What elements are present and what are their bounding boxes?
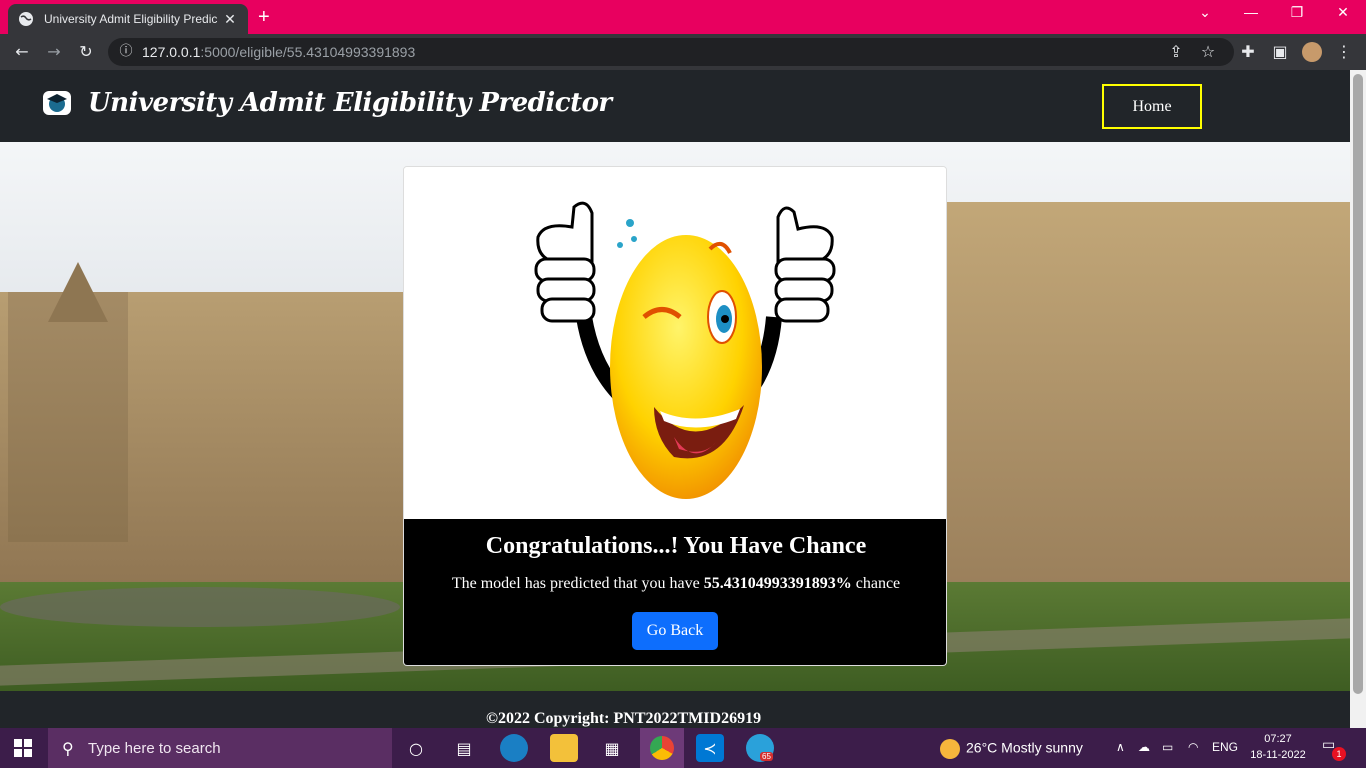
onedrive-icon[interactable]: ☁: [1138, 740, 1150, 754]
building-right: [940, 202, 1350, 592]
browser-tab[interactable]: University Admit Eligibility Predic ✕: [8, 4, 248, 34]
task-view-icon[interactable]: ○: [402, 734, 430, 762]
weather-widget[interactable]: 26°C Mostly sunny: [940, 739, 1083, 759]
battery-icon[interactable]: ▭: [1162, 740, 1173, 754]
star-icon[interactable]: ☆: [1198, 42, 1218, 62]
sidepanel-icon[interactable]: ▣: [1270, 42, 1290, 62]
language-indicator[interactable]: ENG: [1212, 740, 1238, 754]
chrome-taskbar-button[interactable]: [640, 728, 684, 768]
windows-start-icon[interactable]: [14, 739, 32, 757]
chrome-icon: [650, 736, 674, 760]
taskbar-search[interactable]: ⚲ Type here to search: [48, 728, 392, 768]
scrollbar-thumb[interactable]: [1353, 74, 1363, 694]
clock-time: 07:27: [1264, 733, 1292, 745]
forward-arrow-icon[interactable]: →: [44, 42, 64, 62]
footer: ©2022 Copyright: PNT2022TMID26919: [0, 691, 1350, 728]
avatar[interactable]: [1302, 42, 1322, 62]
telegram-badge: 65: [760, 752, 773, 761]
copyright-text: ©2022 Copyright: PNT2022TMID26919: [486, 710, 762, 727]
search-icon: ⚲: [62, 739, 74, 758]
globe-icon: [19, 12, 33, 26]
reload-icon[interactable]: ↻: [76, 42, 96, 62]
taskbar: ⚲ Type here to search ○ ▤ ▦ ≺ 65 26°C Mo…: [0, 728, 1366, 768]
brand-title[interactable]: University Admit Eligibility Predictor: [88, 88, 612, 118]
new-tab-button[interactable]: +: [258, 6, 270, 29]
notification-icon[interactable]: ▭ 1: [1322, 737, 1346, 761]
url-text[interactable]: 127.0.0.1:5000/eligible/55.4310499339189…: [142, 44, 415, 60]
tab-title: University Admit Eligibility Predic: [44, 12, 218, 26]
wifi-icon[interactable]: ◠: [1188, 740, 1198, 754]
info-icon[interactable]: ⓘ: [118, 44, 134, 60]
result-card: Congratulations...! You Have Chance The …: [403, 166, 947, 666]
clock[interactable]: 07:27 18-11-2022: [1248, 731, 1308, 763]
chevron-up-icon[interactable]: ∧: [1116, 740, 1125, 754]
close-window-button[interactable]: ✕: [1320, 4, 1366, 21]
fountain: [0, 587, 400, 627]
spire: [48, 262, 108, 322]
minimize-button[interactable]: —: [1228, 4, 1274, 20]
vscode-icon[interactable]: ≺: [696, 734, 724, 762]
widgets-icon[interactable]: ▤: [450, 734, 478, 762]
store-icon[interactable]: ▦: [598, 734, 626, 762]
winking-smiley-icon: [534, 201, 836, 499]
browser-tab-bar: University Admit Eligibility Predic ✕ + …: [0, 0, 1366, 34]
page-scrollbar[interactable]: [1350, 70, 1366, 728]
notification-badge: 1: [1332, 747, 1346, 761]
home-button[interactable]: Home: [1102, 84, 1202, 129]
navbar: University Admit Eligibility Predictor H…: [0, 70, 1350, 142]
telegram-icon[interactable]: 65: [746, 734, 774, 762]
result-text: The model has predicted that you have 55…: [451, 575, 901, 592]
go-back-button[interactable]: Go Back: [632, 612, 718, 650]
result-panel: Congratulations...! You Have Chance The …: [404, 519, 946, 665]
chance-percent: 55.43104993391893%: [703, 575, 852, 592]
clock-date: 18-11-2022: [1250, 749, 1306, 761]
web-page: University Admit Eligibility Predictor H…: [0, 70, 1350, 728]
building-left: [0, 262, 420, 592]
browser-toolbar: ← → ↻ ⓘ 127.0.0.1:5000/eligible/55.43104…: [0, 34, 1366, 70]
tower: [8, 262, 128, 542]
tab-search-icon[interactable]: ⌄: [1182, 4, 1228, 21]
puzzle-icon[interactable]: ✚: [1238, 42, 1258, 62]
graduation-cap-icon: [43, 91, 71, 115]
thumbs-up-emoji-image: [404, 167, 946, 519]
result-title: Congratulations...! You Have Chance: [485, 533, 867, 559]
close-tab-icon[interactable]: ✕: [222, 11, 238, 28]
share-icon[interactable]: ⇪: [1166, 42, 1186, 62]
restore-button[interactable]: ❐: [1274, 4, 1320, 21]
weather-sun-icon: [940, 739, 960, 759]
edge-icon[interactable]: [500, 734, 528, 762]
address-bar[interactable]: ⓘ 127.0.0.1:5000/eligible/55.43104993391…: [108, 38, 1234, 66]
search-placeholder: Type here to search: [88, 740, 221, 757]
back-arrow-icon[interactable]: ←: [12, 42, 32, 62]
file-explorer-icon[interactable]: [550, 734, 578, 762]
kebab-menu-icon[interactable]: ⋮: [1334, 42, 1354, 62]
